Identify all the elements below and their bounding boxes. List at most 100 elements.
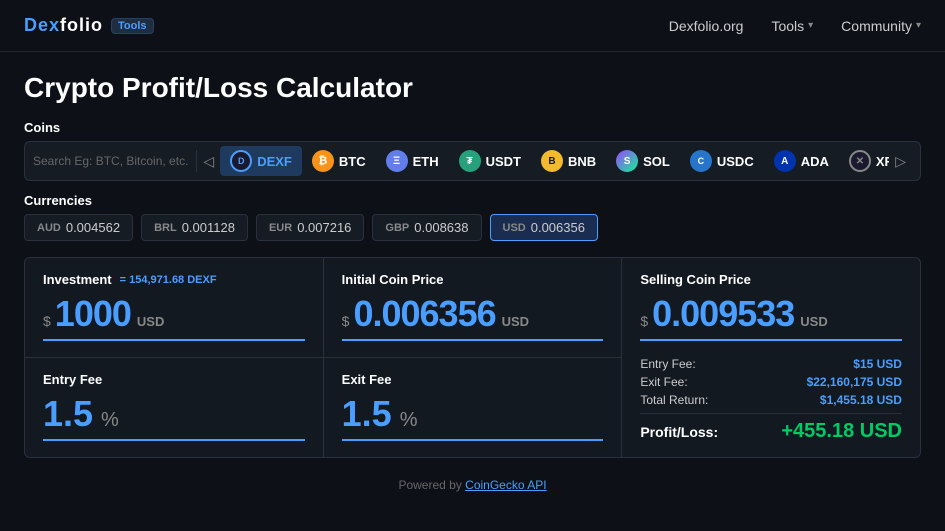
exit-fee-label: Exit Fee [342,372,604,387]
coin-nav-left[interactable]: ◁ [197,151,220,172]
entry-fee-percent-sign: % [101,409,119,432]
logo: Dexfolio [24,15,103,36]
coin-nav-right[interactable]: ▷ [889,151,912,172]
ada-icon: A [774,150,796,172]
coin-item-bnb[interactable]: B BNB [531,146,606,176]
total-return-result-row: Total Return: $1,455.18 USD [640,393,902,407]
coin-label-usdc: USDC [717,154,754,169]
coins-section-label: Coins [24,120,921,135]
coin-label-dexf: DEXF [257,154,292,169]
investment-value[interactable]: 1000 [55,293,131,335]
total-return-result-value: $1,455.18 USD [820,393,902,407]
coingecko-link[interactable]: CoinGecko API [465,478,546,492]
selling-price-label: Selling Coin Price [640,272,902,287]
profit-loss-value: +455.18 USD [781,420,902,443]
selling-price-currency-sign: $ [640,313,648,329]
currency-aud[interactable]: AUD 0.004562 [24,214,133,241]
entry-fee-label: Entry Fee [43,372,305,387]
entry-fee-input-row: 1.5 % [43,393,305,441]
coin-item-btc[interactable]: ₿ BTC [302,146,376,176]
entry-fee-value[interactable]: 1.5 [43,393,93,435]
header: Dexfolio Tools Dexfolio.org Tools ▾ Comm… [0,0,945,52]
coin-item-sol[interactable]: S SOL [606,146,680,176]
exit-fee-result-row: Exit Fee: $22,160,175 USD [640,375,902,389]
selling-price-unit: USD [800,314,827,329]
currency-brl[interactable]: BRL 0.001128 [141,214,248,241]
exit-fee-percent-sign: % [400,409,418,432]
investment-input-row: $ 1000 USD [43,293,305,341]
calculator-grid: Investment = 154,971.68 DEXF $ 1000 USD … [24,257,921,458]
currency-eur[interactable]: EUR 0.007216 [256,214,364,241]
entry-fee-card: Entry Fee 1.5 % [25,358,323,457]
xrp-icon: ✕ [849,150,871,172]
selling-price-value[interactable]: 0.009533 [652,293,794,335]
coin-item-usdc[interactable]: C USDC [680,146,764,176]
investment-unit: USD [137,314,164,329]
gbp-value: 0.008638 [414,220,468,235]
currencies-bar: AUD 0.004562 BRL 0.001128 EUR 0.007216 G… [24,214,921,241]
footer: Powered by CoinGecko API [24,470,921,500]
coin-label-bnb: BNB [568,154,596,169]
exit-fee-value[interactable]: 1.5 [342,393,392,435]
eur-value: 0.007216 [297,220,351,235]
header-nav: Dexfolio.org Tools ▾ Community ▾ [669,18,921,34]
coin-item-ada[interactable]: A ADA [764,146,839,176]
usd-code: USD [503,222,526,234]
nav-tools[interactable]: Tools ▾ [771,18,813,34]
profit-loss-label: Profit/Loss: [640,424,718,440]
logo-area: Dexfolio Tools [24,15,154,36]
coin-search-placeholder: Search Eg: BTC, Bitcoin, etc. [33,150,197,172]
brl-code: BRL [154,222,177,234]
community-arrow-icon: ▾ [916,20,921,31]
coin-list: D DEXF ₿ BTC Ξ ETH ₮ USDT B BNB S SOL [220,146,889,176]
coin-item-usdt[interactable]: ₮ USDT [449,146,531,176]
selling-price-section: Selling Coin Price $ 0.009533 USD [640,272,902,341]
investment-card: Investment = 154,971.68 DEXF $ 1000 USD [25,258,323,357]
coin-item-dexf[interactable]: D DEXF [220,146,302,176]
brl-value: 0.001128 [182,220,235,235]
gbp-code: GBP [385,222,409,234]
initial-price-currency-sign: $ [342,313,350,329]
coin-label-eth: ETH [413,154,439,169]
coins-bar: Search Eg: BTC, Bitcoin, etc. ◁ D DEXF ₿… [24,141,921,181]
nav-dexfolio[interactable]: Dexfolio.org [669,18,744,34]
investment-label: Investment = 154,971.68 DEXF [43,272,305,287]
usdc-icon: C [690,150,712,172]
coin-label-usdt: USDT [486,154,521,169]
entry-fee-result-label: Entry Fee: [640,357,695,371]
results-card: Selling Coin Price $ 0.009533 USD Entry … [622,258,920,457]
coin-label-btc: BTC [339,154,366,169]
entry-fee-result-value: $15 USD [853,357,902,371]
initial-price-unit: USD [502,314,529,329]
btc-icon: ₿ [312,150,334,172]
initial-price-input-row: $ 0.006356 USD [342,293,604,341]
total-return-result-label: Total Return: [640,393,708,407]
exit-fee-result-label: Exit Fee: [640,375,687,389]
sol-icon: S [616,150,638,172]
investment-currency-sign: $ [43,313,51,329]
coin-item-eth[interactable]: Ξ ETH [376,146,449,176]
coin-label-xrp: XRP [876,154,889,169]
tools-arrow-icon: ▾ [808,20,813,31]
investment-sublabel: = 154,971.68 DEXF [120,274,217,286]
dexf-icon: D [230,150,252,172]
exit-fee-result-value: $22,160,175 USD [807,375,902,389]
currencies-section-label: Currencies [24,193,921,208]
initial-price-value[interactable]: 0.006356 [353,293,495,335]
currency-usd[interactable]: USD 0.006356 [490,214,598,241]
initial-price-card: Initial Coin Price $ 0.006356 USD [324,258,622,357]
exit-fee-card: Exit Fee 1.5 % [324,358,622,457]
currency-gbp[interactable]: GBP 0.008638 [372,214,481,241]
usd-value: 0.006356 [531,220,585,235]
aud-value: 0.004562 [66,220,120,235]
aud-code: AUD [37,222,61,234]
page-title: Crypto Profit/Loss Calculator [24,72,921,104]
profit-loss-row: Profit/Loss: +455.18 USD [640,413,902,443]
tools-badge: Tools [111,18,154,34]
main-content: Crypto Profit/Loss Calculator Coins Sear… [0,52,945,516]
nav-community[interactable]: Community ▾ [841,18,921,34]
coin-item-xrp[interactable]: ✕ XRP [839,146,889,176]
selling-price-input-row: $ 0.009533 USD [640,293,902,341]
entry-fee-result-row: Entry Fee: $15 USD [640,357,902,371]
eth-icon: Ξ [386,150,408,172]
